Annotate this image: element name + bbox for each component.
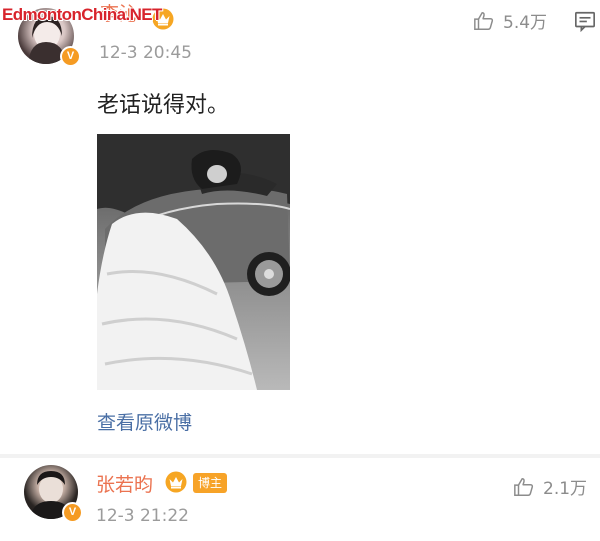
- wedding-car-photo-icon: [97, 134, 290, 390]
- reply-like-count: 2.1万: [543, 479, 588, 499]
- view-original-weibo-link[interactable]: 查看原微博: [97, 408, 192, 435]
- post-text: 老话说得对。: [97, 93, 230, 118]
- post-timestamp: 12-3 20:45: [99, 43, 192, 63]
- post-like-count: 5.4万: [503, 13, 548, 33]
- thumbs-up-icon: [474, 11, 494, 30]
- verified-badge-icon: V: [60, 46, 81, 67]
- verified-badge-icon: V: [62, 502, 83, 523]
- comment-icon: [575, 11, 595, 33]
- reply-like-button[interactable]: 2.1万: [513, 474, 587, 499]
- reply-timestamp: 12-3 21:22: [96, 506, 189, 526]
- blogger-badge: 博主: [193, 473, 228, 493]
- post-photo[interactable]: [97, 134, 290, 390]
- reply-author-name[interactable]: 张若昀: [96, 470, 153, 497]
- post-like-button[interactable]: 5.4万: [473, 8, 547, 33]
- crown-icon: [165, 471, 187, 493]
- watermark-logo: EdmontonChina.NET: [2, 5, 162, 24]
- thumbs-up-icon: [514, 477, 534, 496]
- comment-button[interactable]: [574, 10, 596, 36]
- section-divider: [0, 454, 600, 458]
